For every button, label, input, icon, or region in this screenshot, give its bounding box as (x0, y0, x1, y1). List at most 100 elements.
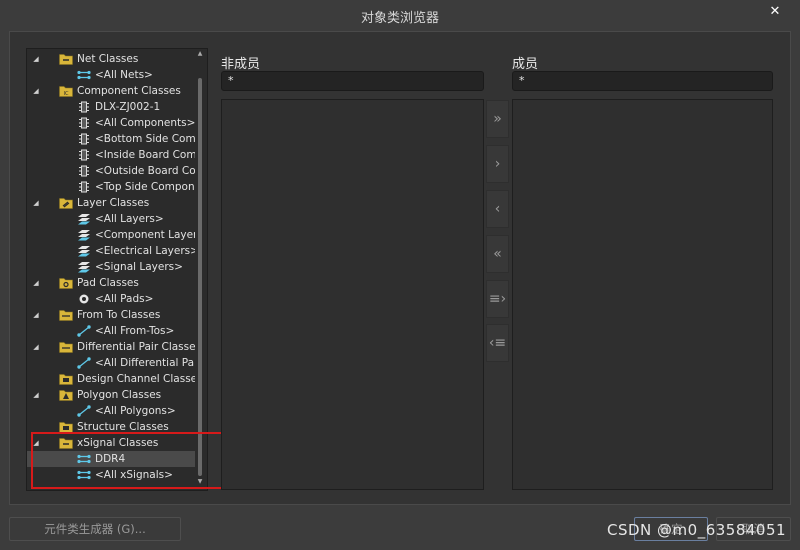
tree-item-label: <Component Layer (95, 229, 195, 241)
tree-item-row[interactable]: DLX-ZJ002-1 (27, 99, 195, 115)
tree-item-row[interactable]: <All Pads> (27, 291, 195, 307)
component-icon (77, 181, 91, 193)
tree-scrollbar[interactable]: ▲ ▼ (195, 50, 205, 490)
move-right-button[interactable]: › (486, 145, 509, 183)
tree-item-row[interactable]: <Inside Board Com (27, 147, 195, 163)
diff-pair-class-folder-icon (59, 341, 73, 353)
tree-item-label: Layer Classes (77, 197, 150, 209)
component-icon (77, 101, 91, 113)
xsignal-class-folder-icon (59, 437, 73, 449)
net-icon (77, 469, 91, 481)
tree-item-label: Net Classes (77, 53, 139, 65)
scroll-thumb[interactable] (198, 78, 202, 476)
non-members-list[interactable] (221, 99, 484, 490)
scroll-up-arrow-icon[interactable]: ▲ (195, 50, 205, 60)
tree-item-label: <All From-Tos> (95, 325, 175, 337)
tree-item-row[interactable]: <Component Layer (27, 227, 195, 243)
tree-item-label: xSignal Classes (77, 437, 159, 449)
tree-item-label: DDR4 (95, 453, 126, 465)
tree-item-row[interactable]: <Signal Layers> (27, 259, 195, 275)
tree-group-row[interactable]: ◢ IC Component Classes (27, 83, 195, 99)
tree-item-label: <All Components> (95, 117, 195, 129)
tree-item-row[interactable]: <Bottom Side Comp (27, 131, 195, 147)
window-title: 对象类浏览器 (360, 11, 439, 26)
close-icon[interactable]: ✕ (768, 5, 782, 19)
move-all-left-button[interactable]: « (486, 235, 509, 273)
tree-item-label: <All Nets> (95, 69, 153, 81)
tree-group-row[interactable]: ◢ Layer Classes (27, 195, 195, 211)
tree-item-label: <Signal Layers> (95, 261, 183, 273)
layer-class-folder-icon (59, 197, 73, 209)
tree-item-row[interactable]: <Top Side Compon (27, 179, 195, 195)
members-heading: 成员 (512, 57, 539, 72)
tree-item-label: From To Classes (77, 309, 161, 321)
tree-group-row[interactable]: Design Channel Classe (27, 371, 195, 387)
design-channel-class-folder-icon (59, 373, 73, 385)
layer-icon (77, 213, 91, 225)
pad-icon (77, 293, 91, 305)
tree-item-label: <Outside Board Co (95, 165, 195, 177)
members-list[interactable] (512, 99, 773, 490)
from-to-icon (77, 405, 91, 417)
tree-item-label: Differential Pair Classe (77, 341, 195, 353)
layer-icon (77, 245, 91, 257)
move-left-button[interactable]: ‹ (486, 190, 509, 228)
tree-item-row[interactable]: <All Components> (27, 115, 195, 131)
expander-arrow-icon[interactable]: ◢ (31, 51, 41, 67)
class-tree[interactable]: ◢ Net Classes <All Nets> ◢ IC Component Class… (26, 48, 208, 491)
move-selected-right-button[interactable]: ≡› (486, 280, 509, 318)
non-members-filter-input[interactable]: * (221, 71, 484, 91)
tree-item-label: <All Differential Pai (95, 357, 195, 369)
layer-icon (77, 229, 91, 241)
tree-item-label: Structure Classes (77, 421, 169, 433)
tree-group-row[interactable]: ◢ Differential Pair Classe (27, 339, 195, 355)
expander-arrow-icon[interactable]: ◢ (31, 435, 41, 451)
class-generator-button[interactable]: 元件类生成器 (G)... (9, 517, 181, 541)
tree-item-row[interactable]: <All Layers> (27, 211, 195, 227)
net-icon (77, 453, 91, 465)
expander-arrow-icon[interactable]: ◢ (31, 339, 41, 355)
tree-group-row[interactable]: ◢ Polygon Classes (27, 387, 195, 403)
tree-group-row[interactable]: ◢ Net Classes (27, 51, 195, 67)
from-to-icon (77, 325, 91, 337)
tree-item-label: Design Channel Classe (77, 373, 195, 385)
move-selected-left-button[interactable]: ‹≡ (486, 324, 509, 362)
tree-group-row[interactable]: ◢ Pad Classes (27, 275, 195, 291)
expander-arrow-icon[interactable]: ◢ (31, 275, 41, 291)
expander-arrow-icon[interactable]: ◢ (31, 195, 41, 211)
tree-item-label: <Bottom Side Comp (95, 133, 195, 145)
component-icon (77, 117, 91, 129)
members-filter-input[interactable]: * (512, 71, 773, 91)
tree-item-row[interactable]: <Outside Board Co (27, 163, 195, 179)
tree-group-row[interactable]: ◢ From To Classes (27, 307, 195, 323)
tree-item-row[interactable]: <Electrical Layers> (27, 243, 195, 259)
layer-icon (77, 261, 91, 273)
expander-arrow-icon[interactable]: ◢ (31, 83, 41, 99)
tree-item-row[interactable]: <All xSignals> (27, 467, 195, 483)
tree-item-row[interactable]: <All From-Tos> (27, 323, 195, 339)
tree-item-row[interactable]: DDR4 (27, 451, 195, 467)
watermark: CSDN @m0_63584051 (607, 521, 787, 539)
tree-item-label: Pad Classes (77, 277, 139, 289)
tree-item-row[interactable]: <All Polygons> (27, 403, 195, 419)
tree-item-label: <All Pads> (95, 293, 154, 305)
component-icon (77, 165, 91, 177)
expander-arrow-icon[interactable]: ◢ (31, 307, 41, 323)
polygon-class-folder-icon (59, 389, 73, 401)
tree-item-row[interactable]: <All Differential Pai (27, 355, 195, 371)
from-to-icon (77, 357, 91, 369)
tree-group-row[interactable]: Structure Classes (27, 419, 195, 435)
tree-item-row[interactable]: <All Nets> (27, 67, 195, 83)
tree-item-label: <All Polygons> (95, 405, 176, 417)
tree-item-label: <All xSignals> (95, 469, 173, 481)
move-all-right-button[interactable]: » (486, 100, 509, 138)
component-icon (77, 149, 91, 161)
component-class-folder-icon: IC (59, 85, 73, 97)
tree-item-label: <All Layers> (95, 213, 164, 225)
expander-arrow-icon[interactable]: ◢ (31, 387, 41, 403)
scroll-down-arrow-icon[interactable]: ▼ (195, 478, 205, 488)
net-class-folder-icon (59, 53, 73, 65)
tree-group-row[interactable]: ◢ xSignal Classes (27, 435, 195, 451)
pad-class-folder-icon (59, 277, 73, 289)
from-to-class-folder-icon (59, 309, 73, 321)
